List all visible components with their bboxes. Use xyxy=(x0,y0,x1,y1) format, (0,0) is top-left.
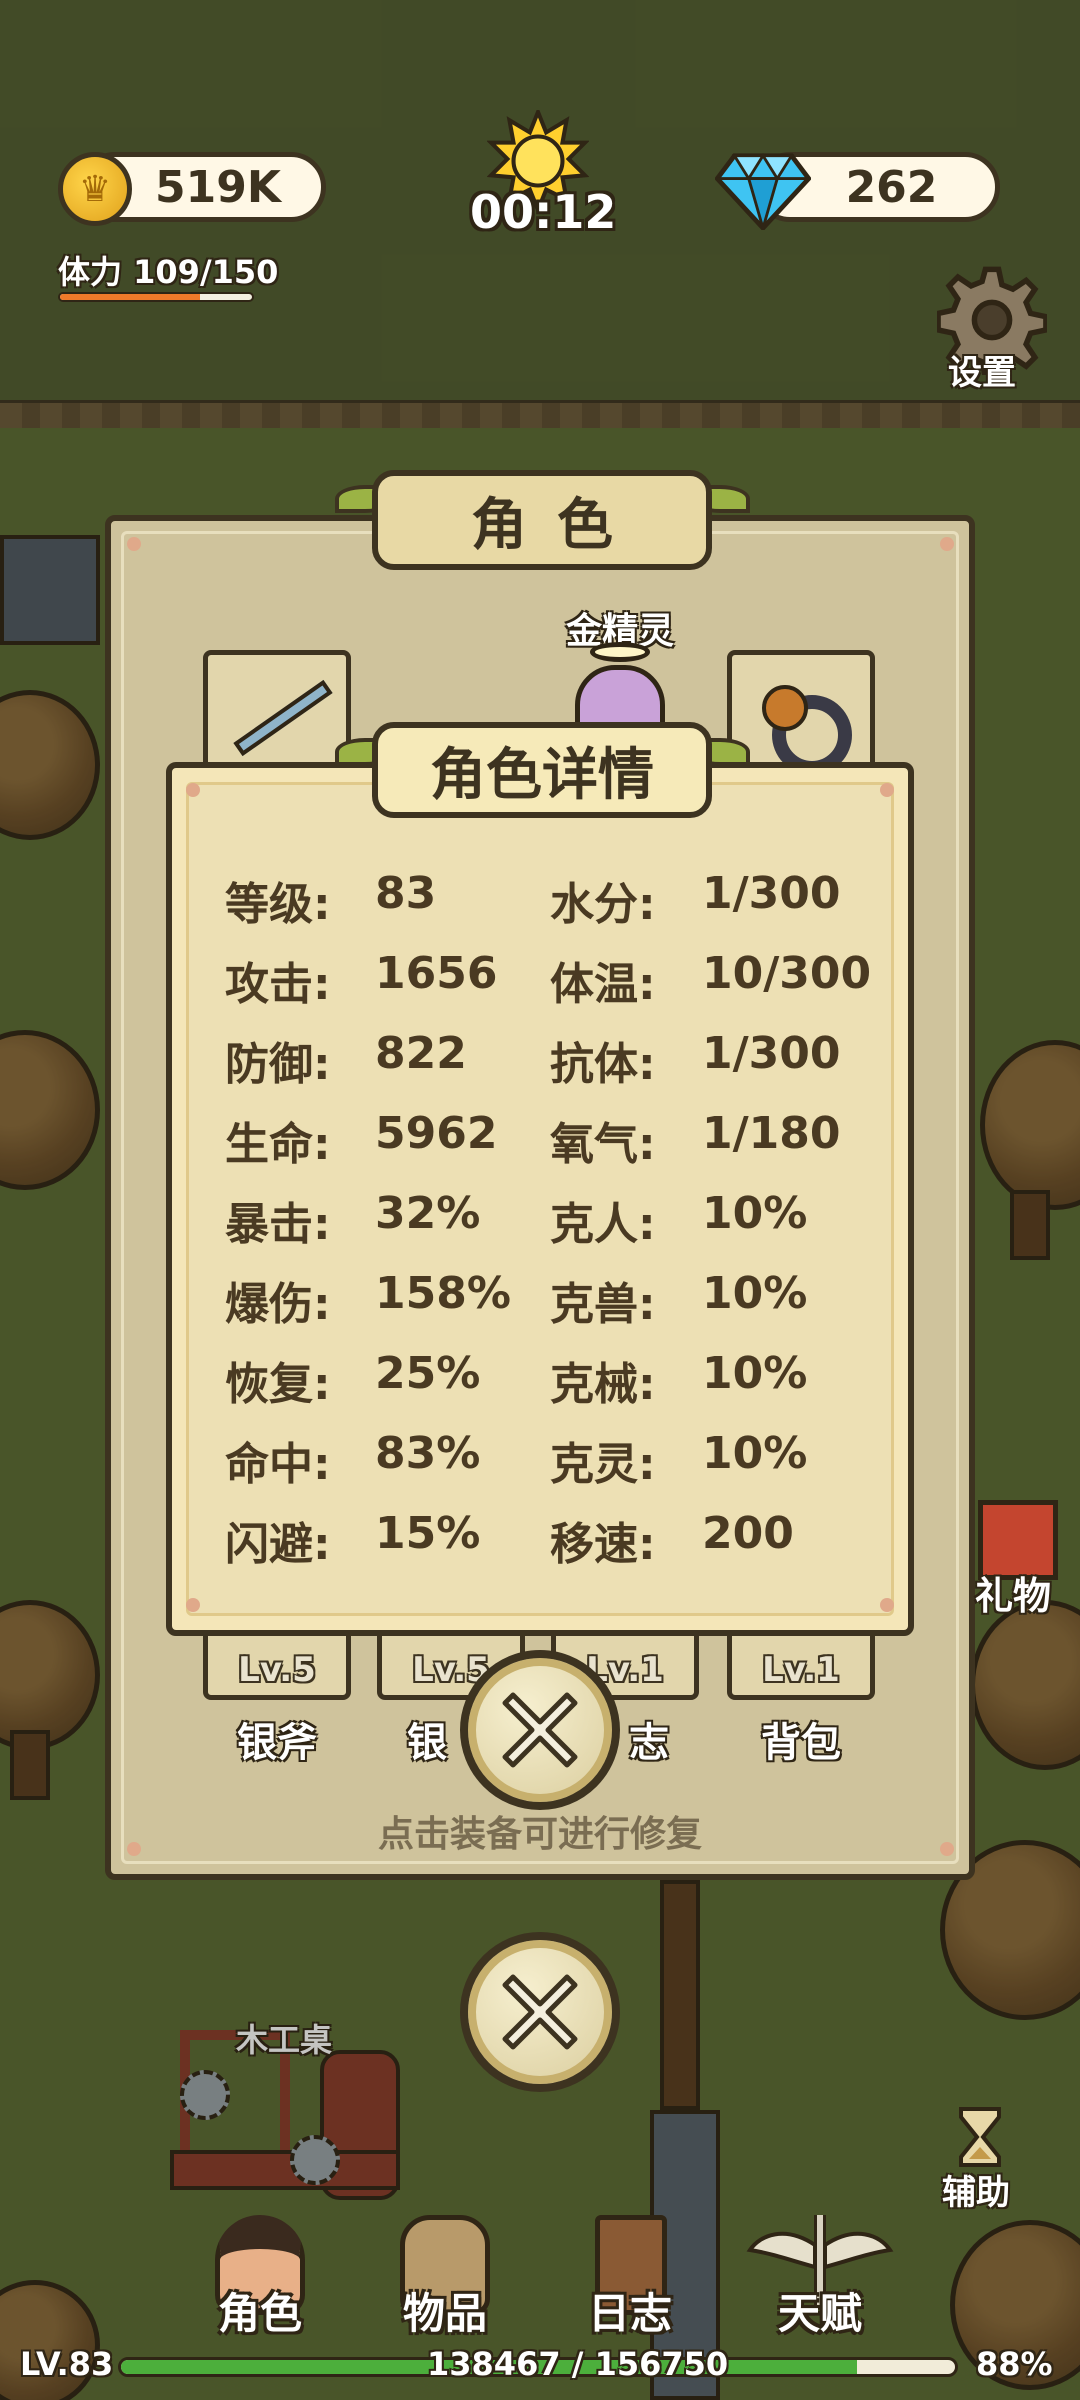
stat-value: 10% xyxy=(702,1188,808,1239)
stat-value: 822 xyxy=(375,1028,467,1079)
stat-label: 氧气: xyxy=(550,1119,656,1170)
stat-label: 抗体: xyxy=(550,1039,656,1090)
close-detail-button[interactable] xyxy=(460,1650,620,1810)
ring-gem-icon xyxy=(762,685,808,731)
stat-label: 爆伤: xyxy=(225,1279,331,1330)
nav-label[interactable]: 天赋 xyxy=(745,2280,895,2341)
stat-vs-beast: 克兽: 10% xyxy=(550,1268,807,1332)
stat-value: 83% xyxy=(375,1428,481,1479)
panel-rivet xyxy=(880,783,894,797)
assist-label[interactable]: 辅助 xyxy=(942,2165,1010,2214)
panel-rivet xyxy=(880,1598,894,1612)
panel-rivet xyxy=(127,537,141,551)
stat-label: 恢复: xyxy=(225,1359,331,1410)
stat-vs-machine: 克械: 10% xyxy=(550,1348,807,1412)
xp-progress-text: 138467 / 156750 xyxy=(427,2345,729,2383)
player-level: LV.83 xyxy=(20,2345,114,2383)
equipment-name: 银斧 xyxy=(237,1720,317,1766)
stat-recovery: 恢复: 25% xyxy=(225,1348,480,1412)
gift-label[interactable]: 礼物 xyxy=(975,1565,1051,1620)
stat-label: 闪避: xyxy=(225,1519,331,1570)
stat-defense: 防御: 822 xyxy=(225,1028,467,1092)
stat-label: 攻击: xyxy=(225,959,331,1010)
stat-crit-damage: 爆伤: 158% xyxy=(225,1268,511,1332)
stat-health: 生命: 5962 xyxy=(225,1108,497,1172)
repair-hint: 点击装备可进行修复 xyxy=(377,1814,702,1855)
stat-label: 等级: xyxy=(225,879,331,930)
stat-value: 10% xyxy=(702,1348,808,1399)
settings-label[interactable]: 设置 xyxy=(948,345,1016,394)
close-icon xyxy=(502,1692,578,1768)
crown-coin-icon: ♛ xyxy=(58,152,132,226)
diamond-icon xyxy=(715,153,811,230)
character-panel-title: 角色 xyxy=(372,470,712,570)
stat-value: 15% xyxy=(375,1508,481,1559)
coin-count: 519K xyxy=(155,161,281,213)
stat-label: 克灵: xyxy=(550,1439,656,1490)
stat-value: 200 xyxy=(702,1508,794,1559)
stat-attack: 攻击: 1656 xyxy=(225,948,497,1012)
panel-rivet xyxy=(186,783,200,797)
stat-body-temp: 体温: 10/300 xyxy=(550,948,871,1012)
panel-rivet xyxy=(940,537,954,551)
stat-label: 命中: xyxy=(225,1439,331,1490)
equipment-level: Lv.5 xyxy=(238,1650,316,1690)
stat-label: 克人: xyxy=(550,1199,656,1250)
stat-value: 25% xyxy=(375,1348,481,1399)
stat-label: 移速: xyxy=(550,1519,656,1570)
stat-value: 1/180 xyxy=(702,1108,841,1159)
stat-label: 体温: xyxy=(550,959,656,1010)
stat-label: 防御: xyxy=(225,1039,331,1090)
stat-value: 10/300 xyxy=(702,948,872,999)
close-icon xyxy=(502,1974,578,2050)
nav-label[interactable]: 角色 xyxy=(185,2280,335,2341)
stat-value: 1/300 xyxy=(702,1028,841,1079)
gem-count: 262 xyxy=(845,161,938,213)
stat-level: 等级: 83 xyxy=(225,868,436,932)
equipment-level: Lv.1 xyxy=(762,1650,840,1690)
detail-title: 角色详情 xyxy=(372,722,712,818)
stat-value: 10% xyxy=(702,1268,808,1319)
stamina-fill xyxy=(60,294,200,300)
stat-oxygen: 氧气: 1/180 xyxy=(550,1108,841,1172)
stat-move-speed: 移速: 200 xyxy=(550,1508,794,1572)
halo-icon xyxy=(590,642,650,662)
stat-value: 5962 xyxy=(375,1108,498,1159)
stat-crit: 暴击: 32% xyxy=(225,1188,480,1252)
stat-antibody: 抗体: 1/300 xyxy=(550,1028,841,1092)
stamina-label: 体力 109/150 xyxy=(58,253,279,291)
nav-label[interactable]: 日志 xyxy=(555,2280,705,2341)
stat-label: 生命: xyxy=(225,1119,331,1170)
stat-value: 83 xyxy=(375,868,437,919)
panel-rivet xyxy=(186,1598,200,1612)
stat-accuracy: 命中: 83% xyxy=(225,1428,480,1492)
sword-icon xyxy=(233,679,333,757)
stat-label: 水分: xyxy=(550,879,656,930)
stat-value: 10% xyxy=(702,1428,808,1479)
stat-label: 克兽: xyxy=(550,1279,656,1330)
close-character-panel-button[interactable] xyxy=(460,1932,620,2092)
equipment-name: 背包 xyxy=(761,1720,841,1766)
stat-label: 暴击: xyxy=(225,1199,331,1250)
nav-label[interactable]: 物品 xyxy=(370,2280,520,2341)
day-timer: 00:12 xyxy=(470,185,617,239)
hourglass-icon[interactable] xyxy=(955,2105,1005,2169)
stat-value: 1656 xyxy=(375,948,498,999)
stat-value: 1/300 xyxy=(702,868,841,919)
stamina-bar xyxy=(58,292,254,302)
stat-value: 32% xyxy=(375,1188,481,1239)
stat-value: 158% xyxy=(375,1268,511,1319)
xp-percent: 88% xyxy=(976,2345,1053,2383)
stat-vs-human: 克人: 10% xyxy=(550,1188,807,1252)
stat-dodge: 闪避: 15% xyxy=(225,1508,480,1572)
stat-label: 克械: xyxy=(550,1359,656,1410)
stat-hydration: 水分: 1/300 xyxy=(550,868,841,932)
stat-vs-spirit: 克灵: 10% xyxy=(550,1428,807,1492)
